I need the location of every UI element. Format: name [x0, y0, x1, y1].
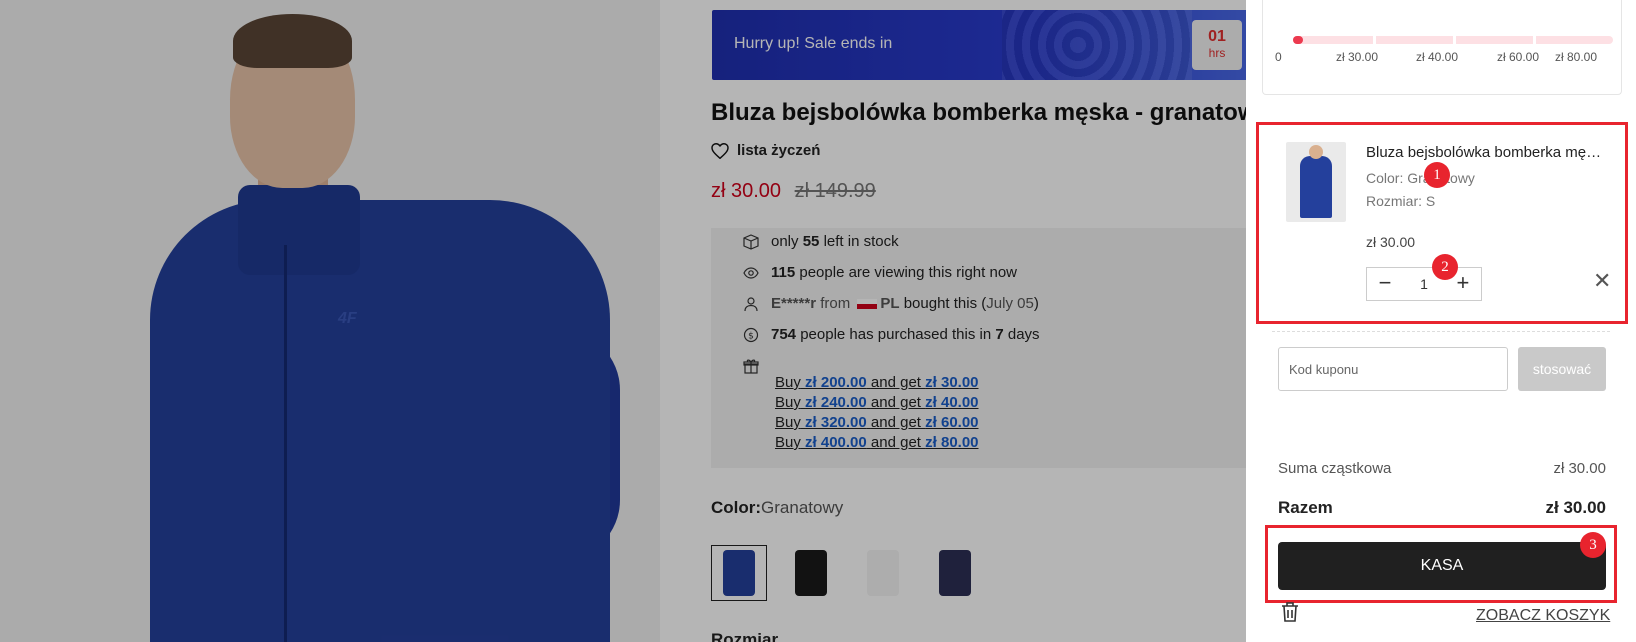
plus-icon[interactable]: +: [1453, 272, 1473, 294]
checkout-button[interactable]: KASA: [1278, 542, 1606, 590]
thumb-jacket: [1300, 156, 1332, 218]
minus-icon[interactable]: −: [1375, 272, 1395, 294]
progress-separator: [1533, 36, 1536, 44]
cart-item-color: Color: Granatowy: [1366, 170, 1475, 186]
progress-tick-label: zł 80.00: [1555, 50, 1598, 64]
subtotal-label: Suma cząstkowa: [1278, 460, 1392, 477]
progress-fill: [1293, 36, 1303, 44]
total-value: zł 30.00: [1545, 498, 1607, 517]
cart-item-thumbnail[interactable]: [1286, 142, 1346, 222]
cart-item-price: zł 30.00: [1366, 234, 1416, 250]
page-overlay[interactable]: [0, 0, 1246, 642]
annotation-badge-3: 3: [1580, 532, 1606, 558]
progress-tick-label: zł 30.00: [1336, 50, 1379, 64]
progress-track: [1293, 36, 1613, 44]
total-row: Razem zł 30.00: [1278, 498, 1606, 518]
progress-tick-label: 0: [1275, 50, 1282, 64]
progress-tick-label: zł 60.00: [1497, 50, 1540, 64]
progress-tick-label: zł 40.00: [1416, 50, 1459, 64]
progress-separator: [1373, 36, 1376, 44]
free-gift-progress: 0 zł 30.00 zł 40.00 zł 60.00 zł 80.00: [1262, 0, 1622, 95]
trash-icon[interactable]: [1280, 601, 1300, 623]
progress-separator: [1453, 36, 1456, 44]
thumb-head: [1309, 145, 1323, 159]
subtotal-row: Suma cząstkowa zł 30.00: [1278, 460, 1606, 477]
divider: [1272, 331, 1610, 332]
cart-drawer: 0 zł 30.00 zł 40.00 zł 60.00 zł 80.00 Bl…: [1246, 0, 1636, 642]
coupon-input[interactable]: [1278, 347, 1508, 391]
apply-coupon-button[interactable]: stosować: [1518, 347, 1606, 391]
annotation-badge-1: 1: [1424, 162, 1450, 188]
cart-item-name[interactable]: Bluza bejsbolówka bomberka męska - grana…: [1366, 144, 1606, 161]
total-label: Razem: [1278, 498, 1333, 517]
annotation-badge-2: 2: [1432, 254, 1458, 280]
close-icon[interactable]: ✕: [1593, 268, 1611, 294]
subtotal-value: zł 30.00: [1553, 460, 1606, 477]
view-cart-link[interactable]: ZOBACZ KOSZYK: [1476, 607, 1610, 625]
quantity-value[interactable]: 1: [1420, 276, 1428, 292]
cart-item-size: Rozmiar: S: [1366, 193, 1436, 209]
quantity-stepper: − 1 +: [1366, 267, 1482, 301]
